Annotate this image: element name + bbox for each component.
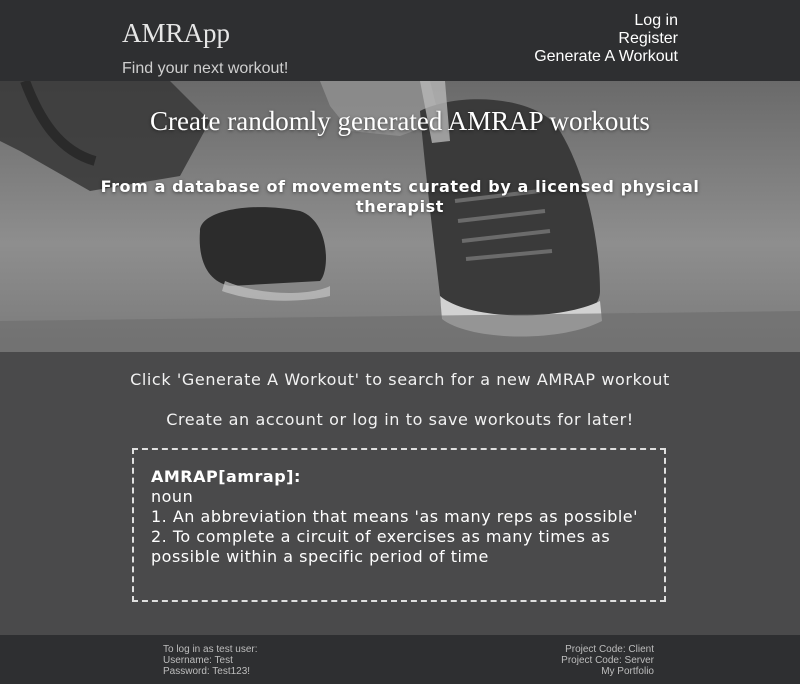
test-password: Password: Test123!: [163, 666, 251, 677]
server-code-link[interactable]: Project Code: Server: [561, 655, 654, 666]
test-username: Username: Test: [163, 655, 233, 666]
test-user-heading: To log in as test user:: [163, 644, 258, 655]
hero-subtitle: From a database of movements curated by …: [100, 177, 700, 216]
login-link[interactable]: Log in: [534, 12, 678, 30]
brand-title[interactable]: AMRApp: [122, 17, 230, 49]
definition-sense-2: 2. To complete a circuit of exercises as…: [151, 527, 611, 566]
main-nav: Log in Register Generate A Workout: [534, 12, 678, 66]
register-link[interactable]: Register: [534, 30, 678, 48]
generate-workout-link[interactable]: Generate A Workout: [534, 48, 678, 66]
test-user-info: To log in as test user: Username: Test P…: [163, 644, 258, 677]
definition-sense-1: 1. An abbreviation that means 'as many r…: [151, 507, 639, 526]
client-code-link[interactable]: Project Code: Client: [561, 644, 654, 655]
footer-links: Project Code: Client Project Code: Serve…: [561, 644, 654, 677]
amrap-definition-box: AMRAP[amrap]: noun 1. An abbreviation th…: [132, 448, 666, 602]
definition-term: AMRAP[amrap]:: [151, 467, 301, 486]
account-note: Create an account or log in to save work…: [166, 410, 634, 429]
hero-title: Create randomly generated AMRAP workouts: [150, 106, 650, 136]
site-header: AMRApp Find your next workout! Log in Re…: [0, 0, 800, 81]
site-footer: To log in as test user: Username: Test P…: [0, 635, 800, 684]
tagline: Find your next workout!: [122, 60, 289, 77]
hero-banner: Create randomly generated AMRAP workouts…: [0, 81, 800, 352]
generate-instruction: Click 'Generate A Workout' to search for…: [130, 370, 670, 389]
definition-part-of-speech: noun: [151, 487, 194, 506]
portfolio-link[interactable]: My Portfolio: [561, 666, 654, 677]
